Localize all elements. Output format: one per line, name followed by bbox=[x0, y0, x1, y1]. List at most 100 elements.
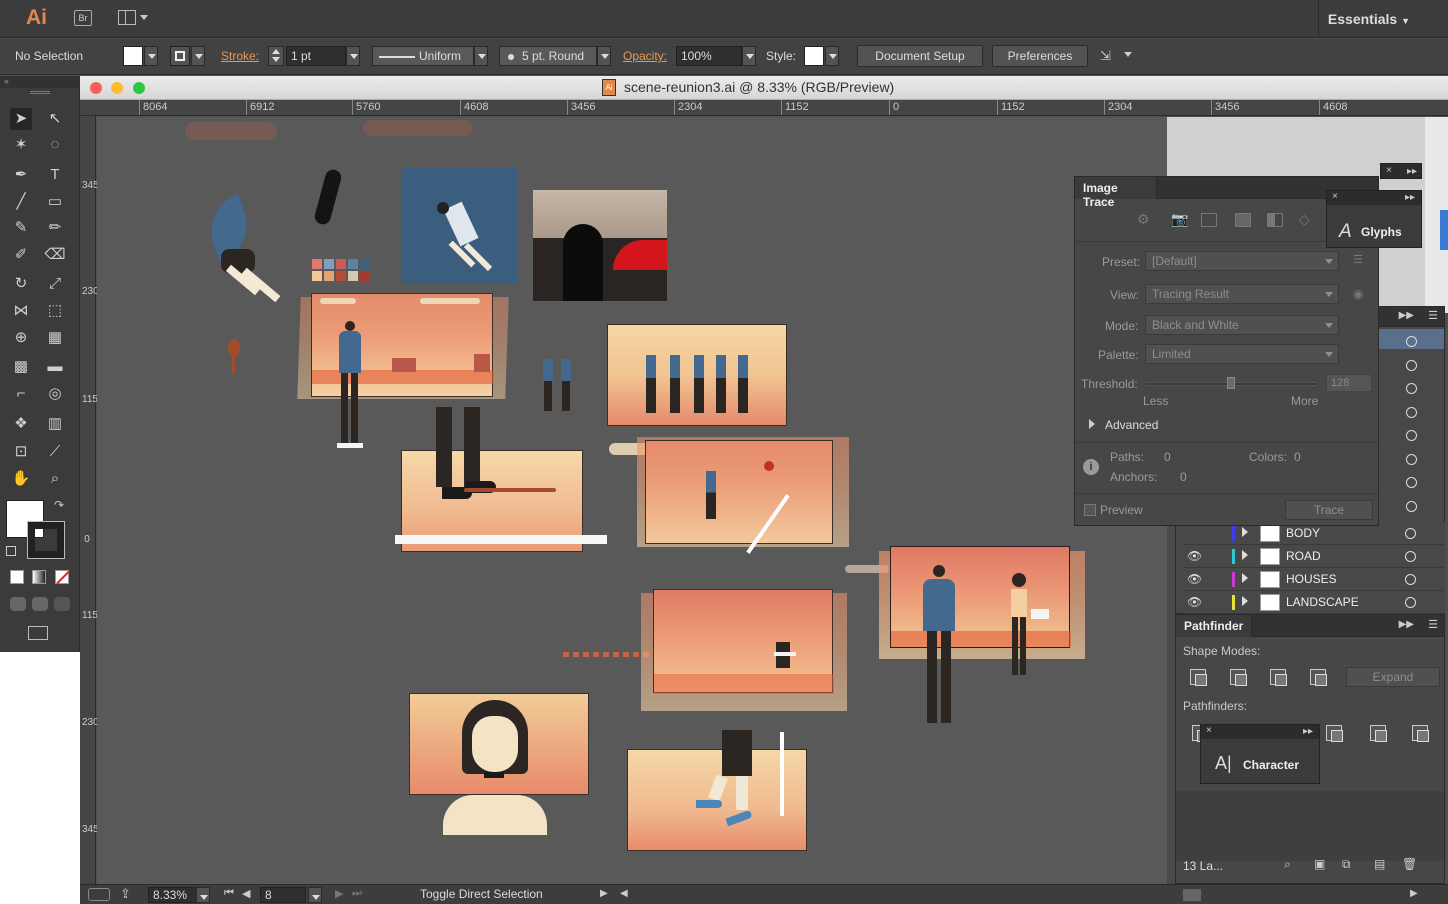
fill-swatch[interactable] bbox=[123, 46, 143, 66]
type-tool-icon[interactable]: T bbox=[44, 164, 66, 186]
horizontal-ruler[interactable]: 8064 6912 5760 4608 3456 2304 1152 0 115… bbox=[80, 100, 1448, 116]
variable-width-profile[interactable]: Uniform bbox=[372, 46, 474, 66]
workspace-switcher[interactable]: Essentials ▼ bbox=[1328, 11, 1410, 27]
shape-builder-tool-icon[interactable]: ⊕ bbox=[10, 327, 32, 349]
threshold-slider-thumb[interactable] bbox=[1227, 377, 1235, 389]
portrait-artboard[interactable] bbox=[409, 693, 589, 795]
expand-layer-icon[interactable] bbox=[1242, 527, 1248, 537]
gradient-mode-icon[interactable] bbox=[32, 570, 46, 584]
outline-icon[interactable]: ◇ bbox=[1299, 211, 1310, 228]
panel-menu-icon[interactable]: ☰ bbox=[1428, 309, 1438, 322]
cloud-shape[interactable] bbox=[185, 122, 277, 140]
line-tool-icon[interactable]: ╱ bbox=[10, 191, 32, 213]
profile-dropdown[interactable] bbox=[474, 46, 488, 66]
target-icon[interactable] bbox=[1406, 430, 1417, 441]
merge-icon[interactable] bbox=[1326, 725, 1343, 742]
color-palette-swatches[interactable] bbox=[312, 259, 370, 281]
zoom-dropdown[interactable] bbox=[196, 887, 210, 903]
next-artboard-icon[interactable]: ▶ bbox=[335, 887, 343, 900]
outline-icon[interactable] bbox=[1412, 725, 1429, 742]
target-icon[interactable] bbox=[1406, 336, 1417, 347]
character-panel-header[interactable] bbox=[1201, 725, 1319, 739]
unite-icon[interactable] bbox=[1190, 669, 1207, 686]
arrange-documents-button[interactable] bbox=[118, 10, 148, 26]
stroke-color-dropdown[interactable] bbox=[191, 46, 205, 66]
woman-figure[interactable] bbox=[1007, 573, 1031, 677]
collapse-panel-icon[interactable]: ▶▶ bbox=[1399, 310, 1414, 321]
cloud-shape[interactable] bbox=[363, 120, 473, 136]
pen-tool-icon[interactable]: ✒ bbox=[10, 164, 32, 186]
expand-panel-icon[interactable]: ▸▸ bbox=[1407, 166, 1417, 177]
minimize-window-button[interactable] bbox=[111, 82, 123, 94]
stroke-swatch[interactable] bbox=[170, 46, 190, 66]
floating-panel-header[interactable]: × ▸▸ bbox=[1380, 163, 1422, 179]
preferences-button[interactable]: Preferences bbox=[992, 45, 1088, 67]
paintbrush-tool-icon[interactable]: ✎ bbox=[10, 217, 32, 239]
perspective-grid-tool-icon[interactable]: ▦ bbox=[44, 327, 66, 349]
hand-tool-icon[interactable]: ✋ bbox=[10, 468, 32, 490]
minus-front-icon[interactable] bbox=[1230, 669, 1247, 686]
target-icon[interactable] bbox=[1406, 407, 1417, 418]
align-icon[interactable]: ⇲ bbox=[1100, 48, 1118, 64]
expand-layer-icon[interactable] bbox=[1242, 550, 1248, 560]
none-mode-icon[interactable] bbox=[55, 570, 70, 585]
blend-tool-icon[interactable]: ◎ bbox=[44, 383, 66, 405]
first-artboard-icon[interactable]: ⏮ bbox=[224, 887, 234, 900]
screen-mode-icon[interactable] bbox=[28, 626, 48, 640]
expand-layer-icon[interactable] bbox=[1242, 596, 1248, 606]
zoom-field[interactable]: 8.33% bbox=[148, 887, 200, 903]
opacity-label[interactable]: Opacity: bbox=[623, 49, 667, 63]
stroke-weight-field[interactable]: 1 pt bbox=[286, 46, 346, 66]
close-icon[interactable]: × bbox=[1332, 191, 1338, 202]
layer-row[interactable]: 👁 ROAD bbox=[1183, 545, 1445, 568]
share-icon[interactable]: ⇪ bbox=[120, 886, 131, 902]
draw-inside-icon[interactable] bbox=[54, 597, 70, 611]
expand-layer-icon[interactable] bbox=[1242, 573, 1248, 583]
crop-icon[interactable] bbox=[1370, 725, 1387, 742]
status-menu-arrow-icon[interactable]: ▶ bbox=[600, 888, 608, 899]
last-artboard-icon[interactable]: ⏭ bbox=[352, 887, 362, 900]
scroll-left-icon[interactable]: ◀ bbox=[620, 888, 628, 899]
threshold-field[interactable]: 128 bbox=[1326, 374, 1372, 392]
layer-name[interactable]: ROAD bbox=[1286, 549, 1321, 563]
eyedropper-tool-icon[interactable]: ⌐ bbox=[10, 383, 32, 405]
target-icon[interactable] bbox=[1405, 597, 1416, 608]
blue-scene-artwork[interactable] bbox=[401, 168, 517, 284]
close-icon[interactable]: × bbox=[1386, 165, 1392, 176]
high-color-icon[interactable]: 📷 bbox=[1171, 211, 1188, 228]
brush-dropdown[interactable] bbox=[597, 46, 611, 66]
opacity-dropdown[interactable] bbox=[742, 46, 756, 66]
stroke-stepper[interactable] bbox=[268, 46, 284, 66]
grayscale-icon[interactable] bbox=[1235, 213, 1251, 227]
free-transform-tool-icon[interactable]: ⬚ bbox=[44, 300, 66, 322]
rectangle-tool-icon[interactable]: ▭ bbox=[44, 191, 66, 213]
target-icon[interactable] bbox=[1406, 360, 1417, 371]
swap-colors-icon[interactable]: ↷ bbox=[54, 498, 64, 512]
layer-name[interactable]: LANDSCAPE bbox=[1286, 595, 1359, 609]
mesh-tool-icon[interactable]: ▩ bbox=[10, 356, 32, 378]
new-layer-icon[interactable]: ▤ bbox=[1374, 857, 1385, 871]
fill-dropdown[interactable] bbox=[144, 46, 158, 66]
visibility-eye-icon[interactable]: 👁 bbox=[1187, 595, 1202, 609]
gradient-tool-icon[interactable]: ▬ bbox=[44, 356, 66, 378]
direct-selection-tool-icon[interactable]: ↖ bbox=[44, 108, 66, 130]
chevron-down-icon[interactable] bbox=[1124, 52, 1132, 57]
two-figures-illustration[interactable] bbox=[541, 355, 575, 411]
document-setup-button[interactable]: Document Setup bbox=[857, 45, 983, 67]
row-of-figures-artboard[interactable] bbox=[607, 324, 787, 426]
bench-scene-artboard[interactable] bbox=[653, 589, 834, 694]
portrait-shoulders[interactable] bbox=[443, 795, 547, 835]
selection-tool-icon[interactable]: ➤ bbox=[10, 108, 32, 130]
default-colors-icon[interactable] bbox=[6, 546, 16, 556]
image-trace-tab[interactable]: Image Trace bbox=[1075, 177, 1157, 209]
color-mode-icon[interactable] bbox=[10, 570, 24, 584]
layer-row[interactable]: 👁 HOUSES bbox=[1183, 568, 1445, 591]
vertical-ruler[interactable]: 3456 2304 1152 0 1152 2304 3456 bbox=[80, 116, 104, 884]
visibility-eye-icon[interactable]: 👁 bbox=[1187, 572, 1202, 586]
flying-figure-illustration[interactable] bbox=[200, 193, 281, 303]
expand-panel-icon[interactable]: ▸▸ bbox=[1405, 192, 1415, 203]
zoom-tool-icon[interactable]: ⌕ bbox=[44, 468, 66, 490]
panel-menu-icon[interactable]: ☰ bbox=[1428, 618, 1438, 631]
layer-name[interactable]: BODY bbox=[1286, 526, 1320, 540]
visibility-eye-icon[interactable]: 👁 bbox=[1187, 549, 1202, 563]
